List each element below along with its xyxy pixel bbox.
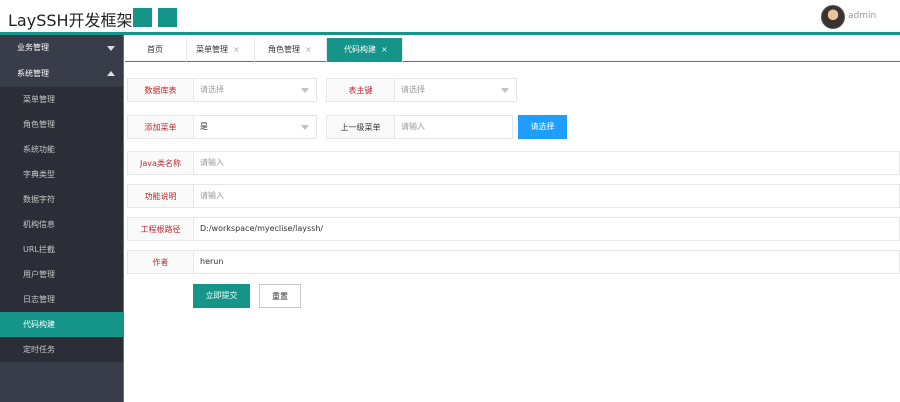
- parent-menu-input[interactable]: 请输入: [394, 115, 513, 139]
- sidebar-item-role[interactable]: 角色管理: [0, 112, 123, 137]
- tab-home[interactable]: 首页: [125, 38, 187, 62]
- close-icon[interactable]: ×: [305, 45, 312, 54]
- sidebar-item-users[interactable]: 用户管理: [0, 262, 123, 287]
- pk-select[interactable]: 请选择: [394, 78, 517, 102]
- db-table-select[interactable]: 请选择: [193, 78, 317, 102]
- func-desc-input[interactable]: 请输入: [193, 184, 900, 208]
- root-path-label: 工程根路径: [127, 217, 194, 241]
- tab-label: 角色管理: [268, 45, 300, 54]
- db-table-placeholder: 请选择: [200, 85, 224, 94]
- parent-menu-label: 上一级菜单: [326, 115, 395, 139]
- tab-label: 代码构建: [344, 45, 376, 54]
- sidebar-item-dict-data[interactable]: 数据字符: [0, 187, 123, 212]
- tab-role[interactable]: 角色管理 ×: [255, 38, 327, 62]
- func-desc-label: 功能说明: [127, 184, 194, 208]
- sidebar-item-codegen[interactable]: 代码构建: [0, 312, 123, 337]
- java-class-placeholder: 请输入: [200, 158, 224, 167]
- chevron-down-icon: [501, 88, 509, 93]
- tab-label: 菜单管理: [196, 45, 228, 54]
- parent-menu-placeholder: 请输入: [401, 122, 425, 131]
- sidebar-submenu: 菜单管理 角色管理 系统功能 字典类型 数据字符 机构信息 URL拦截 用户管理…: [0, 87, 123, 362]
- submit-button[interactable]: 立即提交: [193, 284, 250, 308]
- sidebar-group-system[interactable]: 系统管理: [0, 61, 123, 87]
- sidebar-item-org[interactable]: 机构信息: [0, 212, 123, 237]
- sidebar-item-function[interactable]: 系统功能: [0, 137, 123, 162]
- sidebar-group-label: 系统管理: [17, 69, 49, 78]
- header-button-2[interactable]: [158, 8, 177, 27]
- sidebar: 业务管理 系统管理 菜单管理 角色管理 系统功能 字典类型 数据字符 机构信息 …: [0, 35, 124, 402]
- reset-button[interactable]: 重置: [259, 284, 301, 308]
- sidebar-item-scheduler[interactable]: 定时任务: [0, 337, 123, 362]
- tab-label: 首页: [147, 45, 163, 54]
- sidebar-group-label: 业务管理: [17, 43, 49, 52]
- sidebar-group-business[interactable]: 业务管理: [0, 35, 123, 61]
- author-value: herun: [200, 257, 224, 266]
- author-label: 作者: [127, 250, 194, 274]
- select-parent-button[interactable]: 请选择: [518, 115, 567, 139]
- tab-menu[interactable]: 菜单管理 ×: [187, 38, 255, 62]
- username[interactable]: admin: [848, 11, 876, 21]
- chevron-down-icon: [301, 125, 309, 130]
- pk-placeholder: 请选择: [401, 85, 425, 94]
- java-class-input[interactable]: 请输入: [193, 151, 900, 175]
- add-menu-label: 添加菜单: [127, 115, 194, 139]
- sidebar-item-dict-type[interactable]: 字典类型: [0, 162, 123, 187]
- func-desc-placeholder: 请输入: [200, 191, 224, 200]
- java-class-label: Java类名称: [127, 151, 194, 175]
- add-menu-select[interactable]: 是: [193, 115, 317, 139]
- chevron-down-icon: [107, 46, 115, 51]
- root-path-input[interactable]: D:/workspace/myeclise/layssh/: [193, 217, 900, 241]
- pk-label: 表主键: [326, 78, 395, 102]
- sidebar-item-logs[interactable]: 日志管理: [0, 287, 123, 312]
- sidebar-item-menu[interactable]: 菜单管理: [0, 87, 123, 112]
- close-icon[interactable]: ×: [233, 45, 240, 54]
- tab-bar: 首页 菜单管理 × 角色管理 × 代码构建 ×: [125, 38, 900, 62]
- add-menu-value: 是: [200, 122, 208, 131]
- close-icon[interactable]: ×: [381, 45, 388, 54]
- top-header: LaySSH开发框架 admin: [0, 0, 900, 35]
- header-button-1[interactable]: [133, 8, 152, 27]
- sidebar-item-url-filter[interactable]: URL拦截: [0, 237, 123, 262]
- chevron-up-icon: [107, 71, 115, 76]
- root-path-value: D:/workspace/myeclise/layssh/: [200, 224, 324, 233]
- chevron-down-icon: [301, 88, 309, 93]
- author-input[interactable]: herun: [193, 250, 900, 274]
- tab-codegen[interactable]: 代码构建 ×: [327, 38, 403, 62]
- db-table-label: 数据库表: [127, 78, 194, 102]
- avatar[interactable]: [821, 5, 845, 29]
- brand-logo: LaySSH开发框架: [8, 11, 133, 30]
